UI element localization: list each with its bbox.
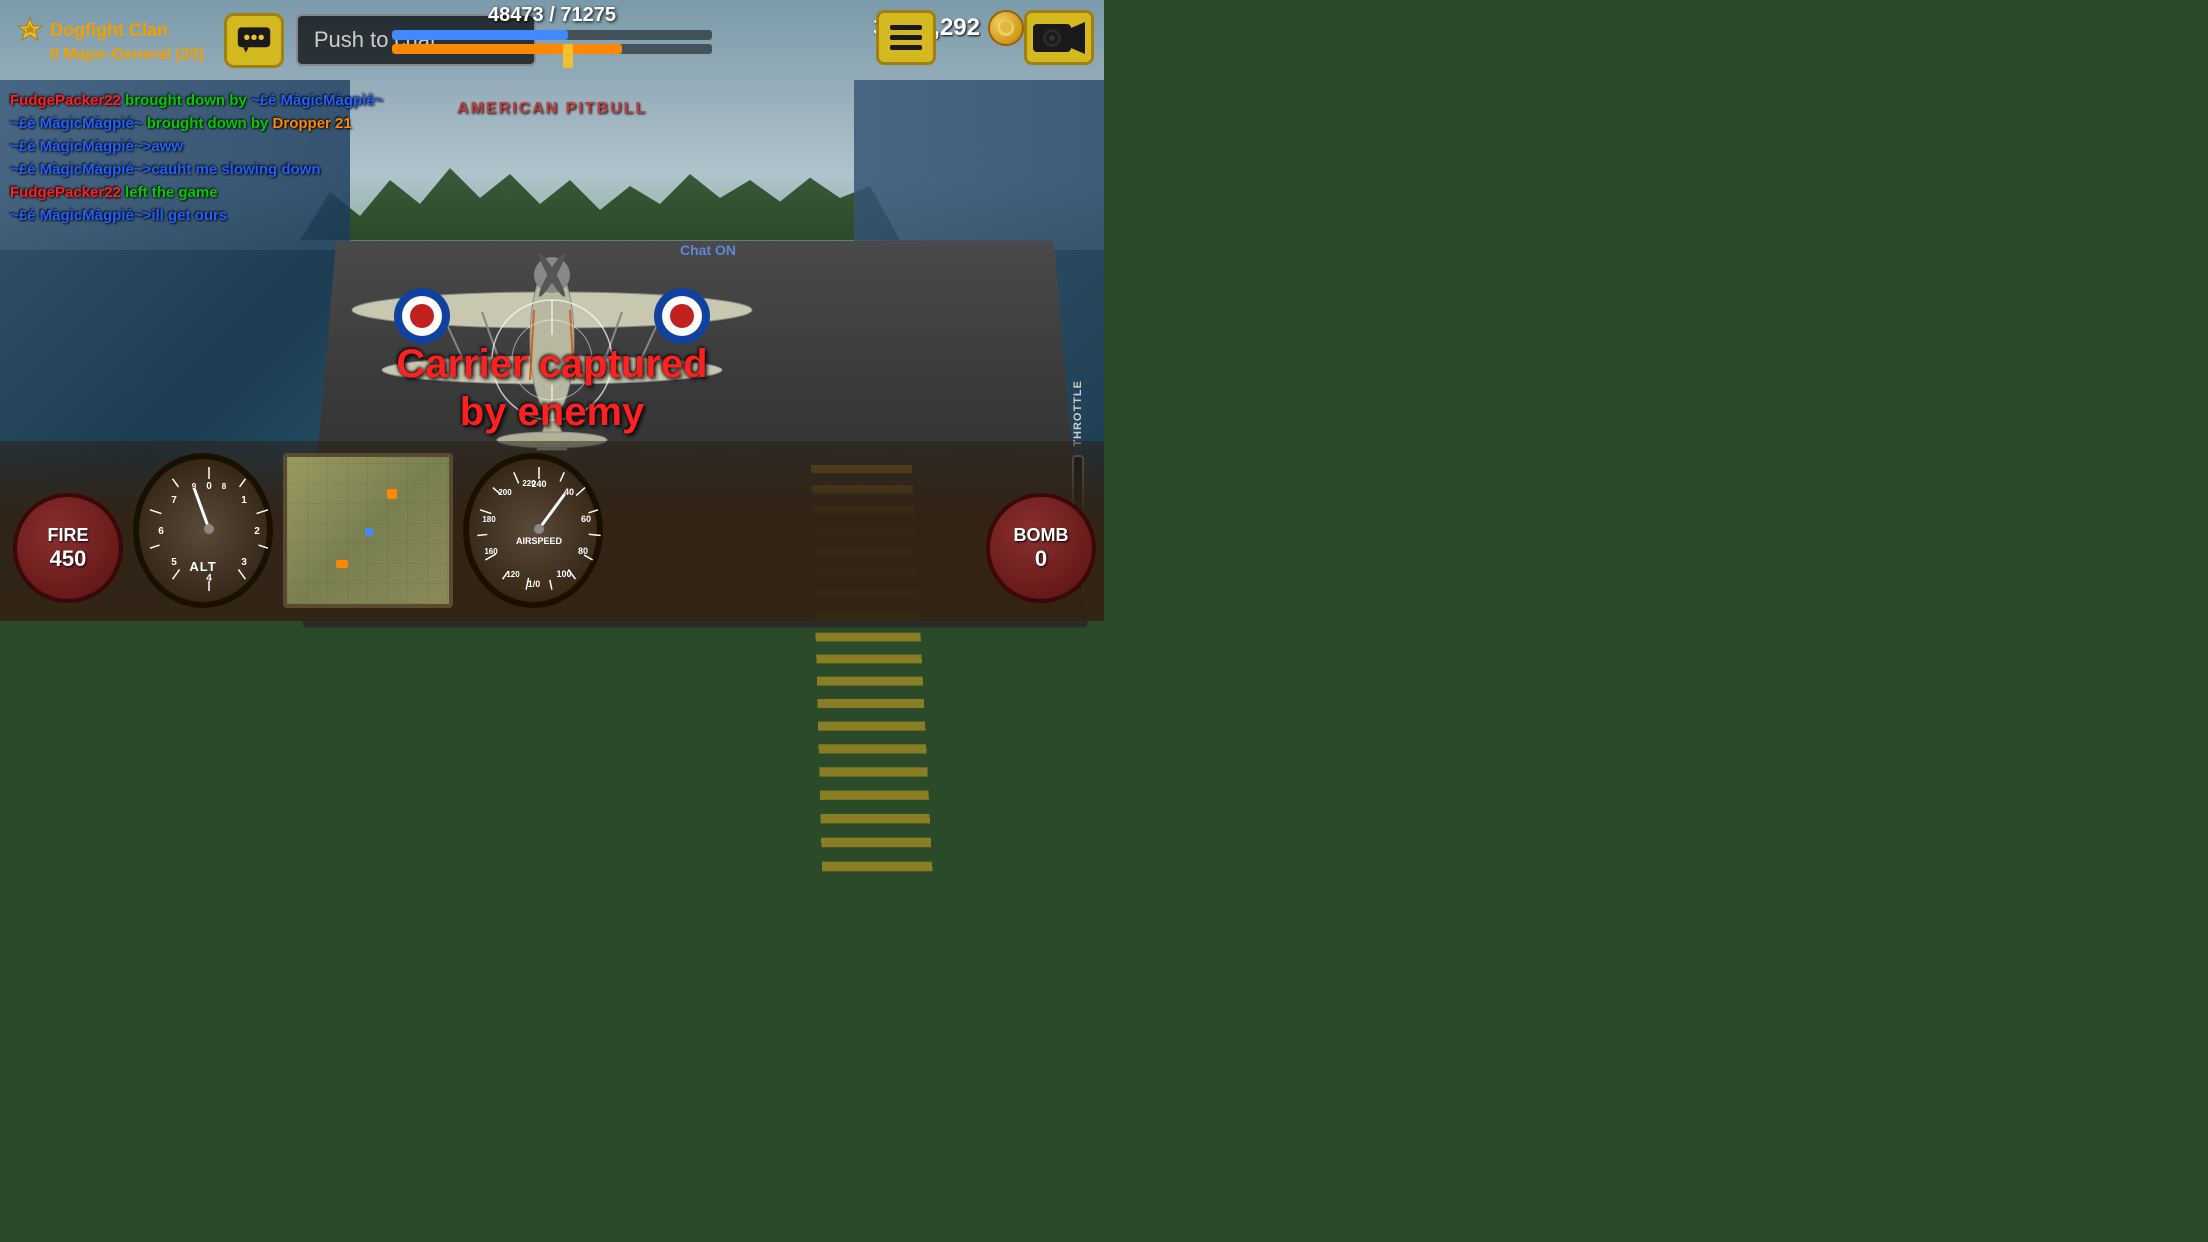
crosshair xyxy=(487,295,617,425)
chat-button[interactable] xyxy=(224,13,284,68)
camera-icon xyxy=(1031,16,1087,60)
camera-button[interactable] xyxy=(1024,10,1094,65)
bomb-label: BOMB xyxy=(1014,525,1069,546)
bomb-count: 0 xyxy=(1035,546,1047,572)
carrier-stripe xyxy=(811,465,933,886)
menu-line-1 xyxy=(890,25,922,30)
menu-line-2 xyxy=(890,35,922,40)
push-to-chat-button[interactable]: Push to chat xyxy=(296,14,536,66)
fire-count: 450 xyxy=(50,546,87,572)
menu-line-3 xyxy=(890,45,922,50)
fire-label: FIRE xyxy=(47,525,88,546)
push-to-chat-label: Push to chat xyxy=(314,27,436,53)
chat-icon xyxy=(236,25,272,55)
menu-button[interactable] xyxy=(876,10,936,65)
bomb-button[interactable]: BOMB 0 xyxy=(986,493,1096,603)
fire-button[interactable]: FIRE 450 xyxy=(13,493,123,603)
